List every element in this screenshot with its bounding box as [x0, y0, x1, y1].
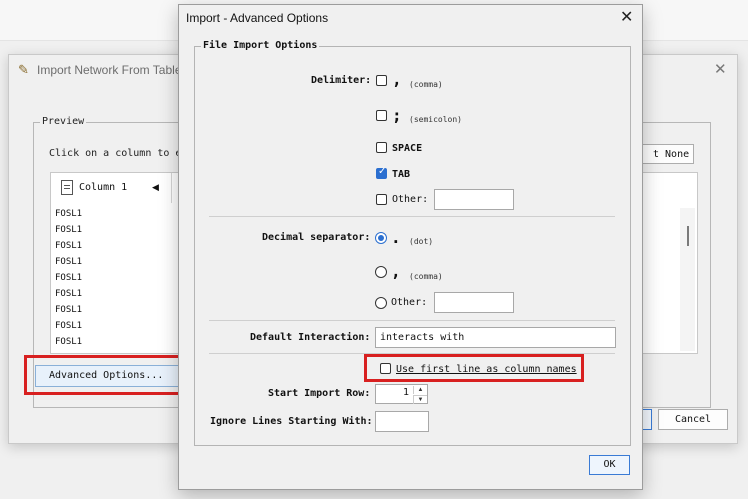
select-none-button[interactable]: t None — [640, 144, 694, 164]
close-icon[interactable]: ✕ — [620, 7, 633, 27]
preview-hint: Click on a column to e — [49, 148, 182, 159]
table-cell: FOSL1 — [55, 257, 83, 267]
comma-note: (comma) — [409, 80, 443, 89]
decimal-separator-label: Decimal separator: — [262, 232, 371, 243]
start-row-value: 1 — [403, 387, 410, 398]
separator — [209, 320, 615, 321]
ok-button[interactable]: OK — [589, 455, 630, 475]
highlight-advanced-options — [24, 355, 185, 395]
column-header-label: Column 1 — [79, 182, 128, 193]
other-delimiter-label: Other: — [392, 194, 429, 205]
caret-left-icon[interactable]: ◀ — [152, 182, 159, 193]
dot-note: (dot) — [409, 237, 434, 246]
table-cell: FOSL1 — [55, 321, 83, 331]
table-cell: FOSL1 — [55, 209, 83, 219]
semicolon-note: (semicolon) — [409, 115, 462, 124]
other-decimal-radio[interactable] — [375, 297, 387, 309]
default-interaction-label: Default Interaction: — [250, 332, 371, 343]
ignore-lines-label: Ignore Lines Starting With: — [210, 416, 373, 427]
dot-symbol: . — [391, 228, 401, 247]
ignore-lines-input[interactable] — [375, 411, 429, 432]
stepper-up-icon[interactable]: ▲ — [413, 386, 427, 394]
comma-checkbox[interactable] — [376, 75, 387, 86]
table-cell: FOSL1 — [55, 305, 83, 315]
decimal-comma-note: (comma) — [409, 272, 443, 281]
stepper-down-icon[interactable]: ▼ — [413, 395, 427, 404]
dialog-title: Import - Advanced Options — [186, 11, 329, 25]
table-cell: FOSL1 — [55, 225, 83, 235]
close-icon[interactable]: ✕ — [714, 60, 727, 78]
separator — [209, 216, 615, 217]
file-import-options-legend: File Import Options — [201, 40, 320, 51]
app-icon: ✎ — [18, 62, 29, 77]
table-cell: FOSL1 — [55, 337, 83, 347]
table-cell: FOSL1 — [55, 241, 83, 251]
other-decimal-input[interactable] — [434, 292, 514, 313]
default-interaction-input[interactable]: interacts with — [375, 327, 616, 348]
scrollbar-thumb[interactable] — [687, 226, 689, 246]
semicolon-checkbox[interactable] — [376, 110, 387, 121]
delimiter-label: Delimiter: — [311, 75, 372, 86]
preview-legend: Preview — [40, 116, 87, 127]
tab-checkbox[interactable] — [376, 166, 387, 179]
file-icon — [61, 180, 73, 195]
dot-radio[interactable] — [375, 232, 387, 244]
space-label: SPACE — [392, 143, 423, 154]
tab-label: TAB — [392, 169, 411, 180]
table-cell: FOSL1 — [55, 273, 83, 283]
comma-symbol: , — [392, 70, 402, 89]
start-import-row-label: Start Import Row: — [268, 388, 371, 399]
table-cell: FOSL1 — [55, 289, 83, 299]
space-checkbox[interactable] — [376, 142, 387, 153]
decimal-comma-symbol: , — [391, 262, 401, 281]
highlight-first-line — [364, 354, 584, 382]
other-delimiter-checkbox[interactable] — [376, 194, 387, 205]
window-title: Import Network From Table — [37, 63, 182, 77]
other-decimal-label: Other: — [391, 297, 428, 308]
cancel-button[interactable]: Cancel — [658, 409, 728, 430]
other-delimiter-input[interactable] — [434, 189, 514, 210]
comma-radio[interactable] — [375, 266, 387, 278]
semicolon-symbol: ; — [392, 106, 402, 125]
